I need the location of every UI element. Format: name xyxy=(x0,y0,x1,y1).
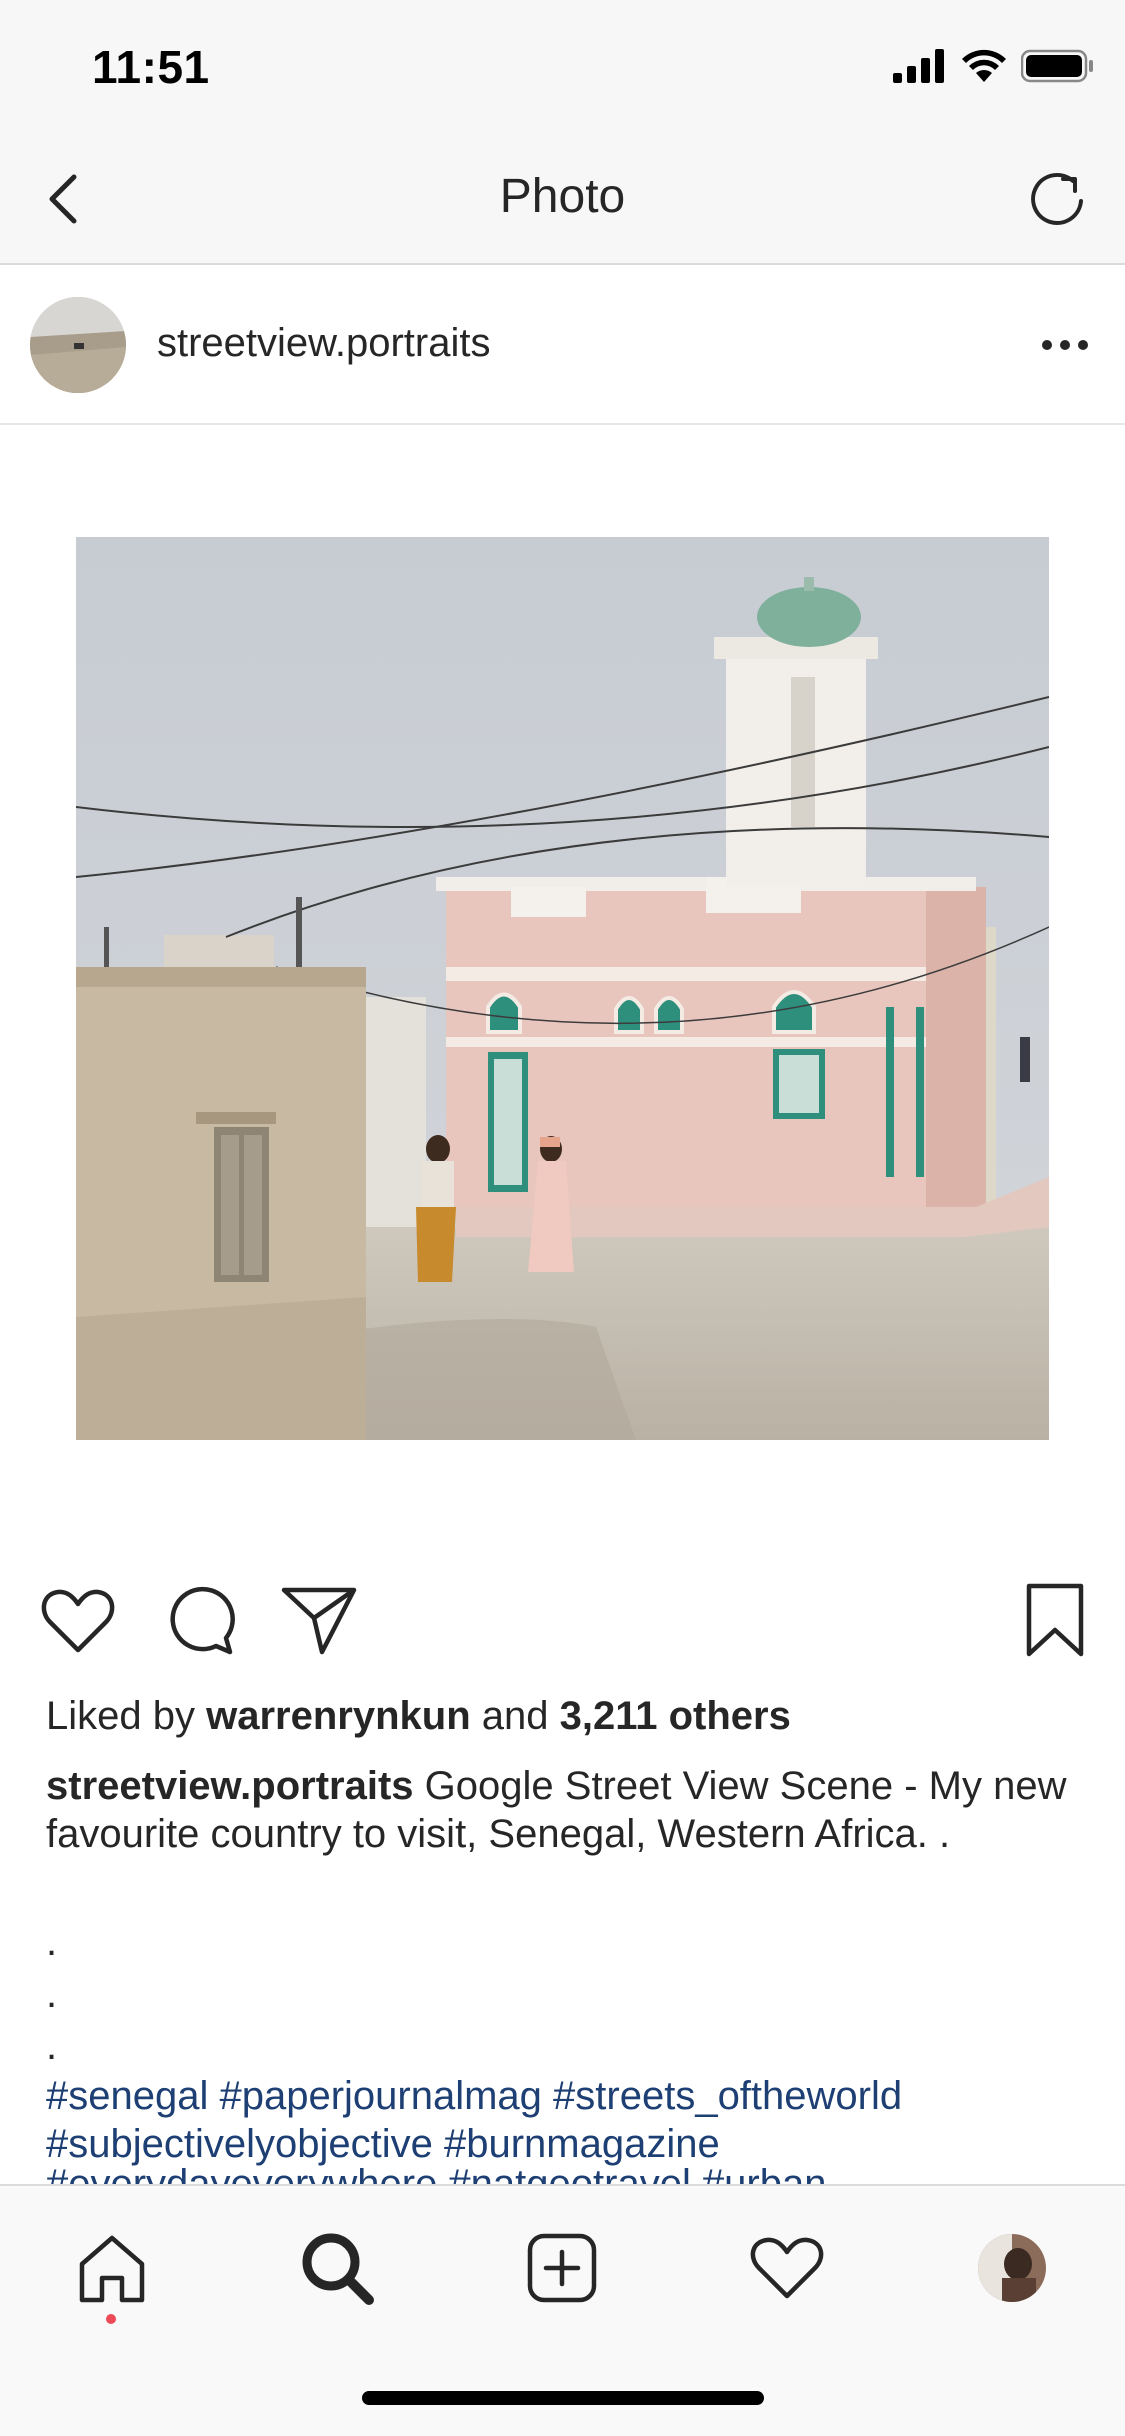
hashtag-line[interactable]: #subjectivelyobjective #burnmagazine xyxy=(46,2120,1106,2168)
caption-dot: . xyxy=(46,1920,58,1964)
caption-dot: . xyxy=(46,1972,58,2016)
likes-prefix: Liked by xyxy=(46,1694,207,1738)
home-icon[interactable] xyxy=(72,2228,152,2308)
hashtag-line-clipped: #everydayeverywhere #natgeotravel #urban xyxy=(46,2168,1106,2184)
post-actions xyxy=(0,1580,1125,1670)
heart-icon[interactable] xyxy=(38,1580,118,1660)
hashtag-line[interactable]: #senegal #paperjournalmag #streets_ofthe… xyxy=(46,2072,1106,2120)
home-indicator xyxy=(362,2391,764,2405)
nav-bar: Photo xyxy=(0,135,1125,265)
status-time: 11:51 xyxy=(92,41,210,93)
mosque-street-photo xyxy=(76,537,1049,1440)
likes-count[interactable]: 3,211 others xyxy=(560,1694,791,1738)
post-caption: streetview.portraits Google Street View … xyxy=(46,1762,1086,1858)
hashtag-line[interactable]: #everydayeverywhere #natgeotravel #urban xyxy=(46,2168,1106,2184)
wifi-icon xyxy=(962,49,1006,82)
refresh-icon[interactable] xyxy=(1029,169,1089,229)
add-post-icon[interactable] xyxy=(522,2228,602,2308)
profile-avatar[interactable] xyxy=(972,2228,1052,2308)
likes-summary[interactable]: Liked by warrenrynkun and 3,211 others xyxy=(46,1694,791,1739)
send-icon[interactable] xyxy=(280,1580,360,1660)
post-header: streetview.portraits xyxy=(0,265,1125,425)
notification-dot xyxy=(106,2314,116,2324)
caption-username[interactable]: streetview.portraits xyxy=(46,1764,414,1808)
activity-heart-icon[interactable] xyxy=(747,2228,827,2308)
post-photo[interactable] xyxy=(76,537,1049,1440)
cellular-signal-icon xyxy=(893,49,944,83)
likes-user[interactable]: warrenrynkun xyxy=(206,1694,471,1738)
post-username[interactable]: streetview.portraits xyxy=(157,321,490,366)
page-title: Photo xyxy=(499,170,626,223)
likes-middle: and xyxy=(470,1694,560,1738)
avatar-image xyxy=(30,297,126,393)
status-icons xyxy=(893,46,1095,86)
search-icon[interactable] xyxy=(297,2228,377,2308)
bookmark-icon[interactable] xyxy=(1015,1580,1095,1660)
more-horizontal-icon[interactable] xyxy=(1035,325,1095,365)
avatar[interactable] xyxy=(30,297,126,393)
comment-icon[interactable] xyxy=(160,1580,240,1660)
hashtags[interactable]: #senegal #paperjournalmag #streets_ofthe… xyxy=(46,2072,1106,2168)
caption-dot: . xyxy=(46,2024,58,2068)
battery-icon xyxy=(1021,49,1093,83)
status-bar: 11:51 xyxy=(0,0,1125,135)
